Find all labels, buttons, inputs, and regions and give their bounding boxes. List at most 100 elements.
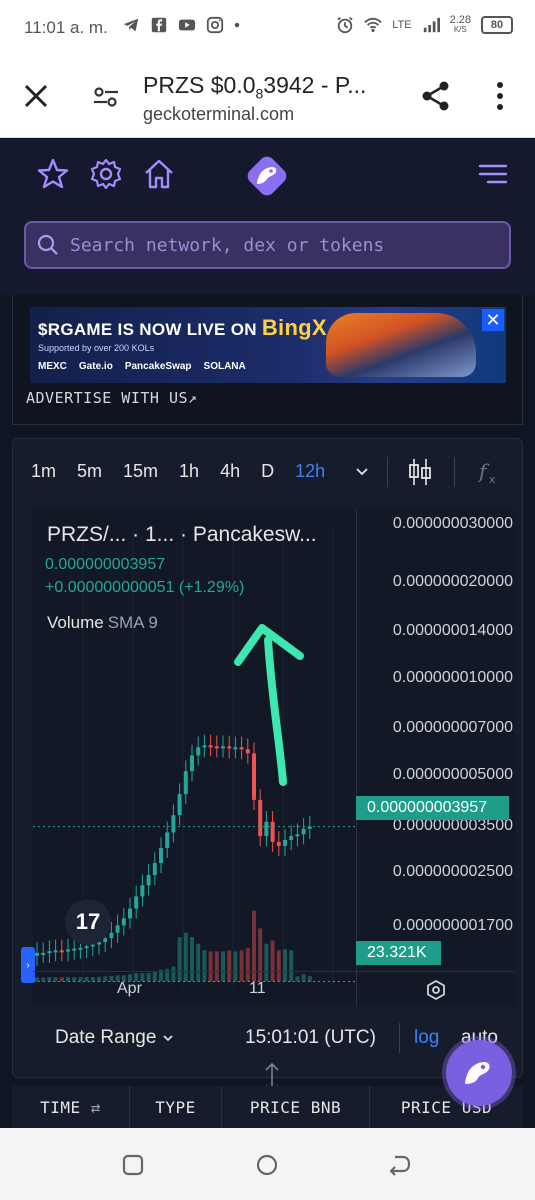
ad-subtitle: Supported by over 200 KOLs (38, 343, 155, 353)
candle (258, 799, 263, 837)
back-button-icon[interactable] (387, 1152, 413, 1178)
ad-banner[interactable]: $RGAME IS NOW LIVE ON BingX Supported by… (30, 307, 506, 383)
ad-close-button[interactable]: ✕ (482, 309, 504, 331)
column-header-price-bnb[interactable]: PRICE BNB (222, 1086, 370, 1128)
candle (159, 847, 163, 864)
candle (41, 952, 46, 955)
chart-settings-corner (356, 971, 515, 1006)
candle (196, 747, 201, 756)
candle (177, 794, 182, 816)
candle (295, 834, 300, 837)
notification-icons (122, 16, 240, 34)
candle (227, 746, 232, 749)
candle (301, 828, 306, 835)
candle (59, 950, 64, 953)
network-type: LTE (392, 19, 412, 31)
battery-icon: 80 (481, 16, 513, 34)
telegram-icon (123, 18, 139, 32)
ad-partner: PancakeSwap (124, 361, 192, 372)
geckoterminal-logo[interactable] (242, 151, 292, 201)
recent-apps-icon[interactable] (120, 1152, 146, 1178)
network-speed: 2.28 K/S (449, 14, 471, 35)
candle (183, 771, 188, 795)
candle (239, 747, 244, 750)
price-tick: 0.000000020000 (392, 573, 513, 590)
more-options-icon[interactable] (488, 80, 512, 112)
utc-time[interactable]: 15:01:01 (UTC) (245, 1027, 376, 1049)
tab-15m[interactable]: 15m (123, 461, 158, 482)
tab-1m[interactable]: 1m (31, 461, 56, 482)
candle (171, 815, 176, 833)
hamburger-menu-icon[interactable] (477, 161, 509, 187)
tab-5m[interactable]: 5m (77, 461, 102, 482)
candle (90, 944, 95, 947)
candle (134, 896, 139, 909)
time-tick: Apr (117, 980, 142, 997)
price-tick: 0.000000002500 (392, 863, 513, 880)
date-range-button[interactable]: Date Range (55, 1027, 174, 1049)
candle (276, 841, 281, 846)
candlestick-icon[interactable] (407, 457, 433, 487)
tab-d[interactable]: D (261, 461, 274, 482)
star-icon[interactable] (36, 157, 70, 191)
tradingview-logo[interactable]: 17 (65, 899, 111, 945)
last-volume-tag: 23.321K (356, 941, 441, 965)
search-input[interactable] (70, 231, 500, 259)
swap-icon: ⇄ (90, 1097, 101, 1117)
log-scale-toggle[interactable]: log (414, 1027, 439, 1049)
candle (289, 836, 294, 840)
candle (214, 746, 219, 749)
status-time: 11:01 a. m. (24, 18, 108, 37)
time-tick: 11 (249, 980, 266, 997)
wifi-icon (364, 17, 382, 33)
home-icon[interactable] (142, 157, 176, 191)
browser-bar: PRZS $0.083942 - P... geckoterminal.com (0, 58, 535, 138)
time-axis[interactable]: Apr 11 (33, 971, 356, 1006)
column-header-type[interactable]: TYPE (130, 1086, 222, 1128)
candle (208, 745, 213, 748)
ad-container: $RGAME IS NOW LIVE ON BingX Supported by… (12, 295, 523, 425)
ad-headline: $RGAME IS NOW LIVE ON BingX (38, 315, 327, 340)
legend-change: +0.000000000051 (+1.29%) (45, 579, 245, 596)
candle (264, 821, 269, 837)
ad-partner: SOLANA (203, 361, 246, 372)
price-axis[interactable]: 0.000000030000 0.000000020000 0.00000001… (356, 509, 515, 971)
gecko-assistant-button[interactable] (446, 1040, 512, 1106)
chevron-down-icon (163, 1035, 173, 1042)
page-title: PRZS $0.083942 - P... (143, 72, 367, 102)
home-button-icon[interactable] (254, 1152, 280, 1178)
candle (233, 747, 238, 750)
app-header (0, 139, 535, 295)
dot-icon (234, 22, 240, 28)
tab-1h[interactable]: 1h (179, 461, 199, 482)
indicators-icon[interactable]: fx (476, 457, 502, 487)
candle (270, 821, 275, 842)
facebook-icon (151, 17, 167, 33)
chart-panel: 1m 5m 15m 1h 4h D 12h fx PRZS/... · 1...… (12, 438, 523, 1078)
gear-icon[interactable] (89, 157, 123, 191)
page-url: geckoterminal.com (143, 104, 295, 124)
tab-12h[interactable]: 12h (295, 461, 325, 482)
timeframe-selector: 1m 5m 15m 1h 4h D 12h (31, 461, 346, 482)
column-header-time[interactable]: TIME ⇄ (12, 1086, 130, 1128)
candle (78, 947, 83, 950)
alarm-icon (337, 17, 353, 34)
youtube-icon (178, 19, 196, 31)
candle (35, 952, 39, 956)
price-tick: 0.000000005000 (392, 766, 513, 783)
tab-4h[interactable]: 4h (220, 461, 240, 482)
chart-settings-icon[interactable] (425, 979, 447, 1001)
candle (66, 949, 70, 952)
search-bar[interactable] (24, 221, 511, 269)
chart-area[interactable]: PRZS/... · 1... · Pancakesw... 0.0000000… (21, 509, 515, 1006)
site-settings-icon[interactable] (92, 84, 120, 110)
status-bar: 11:01 a. m. LTE 2.28 K/S 80 (0, 0, 535, 58)
close-icon[interactable] (22, 82, 50, 110)
search-icon (37, 234, 58, 255)
chevron-down-icon[interactable] (354, 463, 370, 479)
advertise-link[interactable]: ADVERTISE WITH US↗ (26, 389, 198, 407)
candle (146, 874, 151, 886)
share-icon[interactable] (420, 80, 452, 112)
toolbar-divider (387, 457, 388, 487)
candle (252, 753, 256, 800)
